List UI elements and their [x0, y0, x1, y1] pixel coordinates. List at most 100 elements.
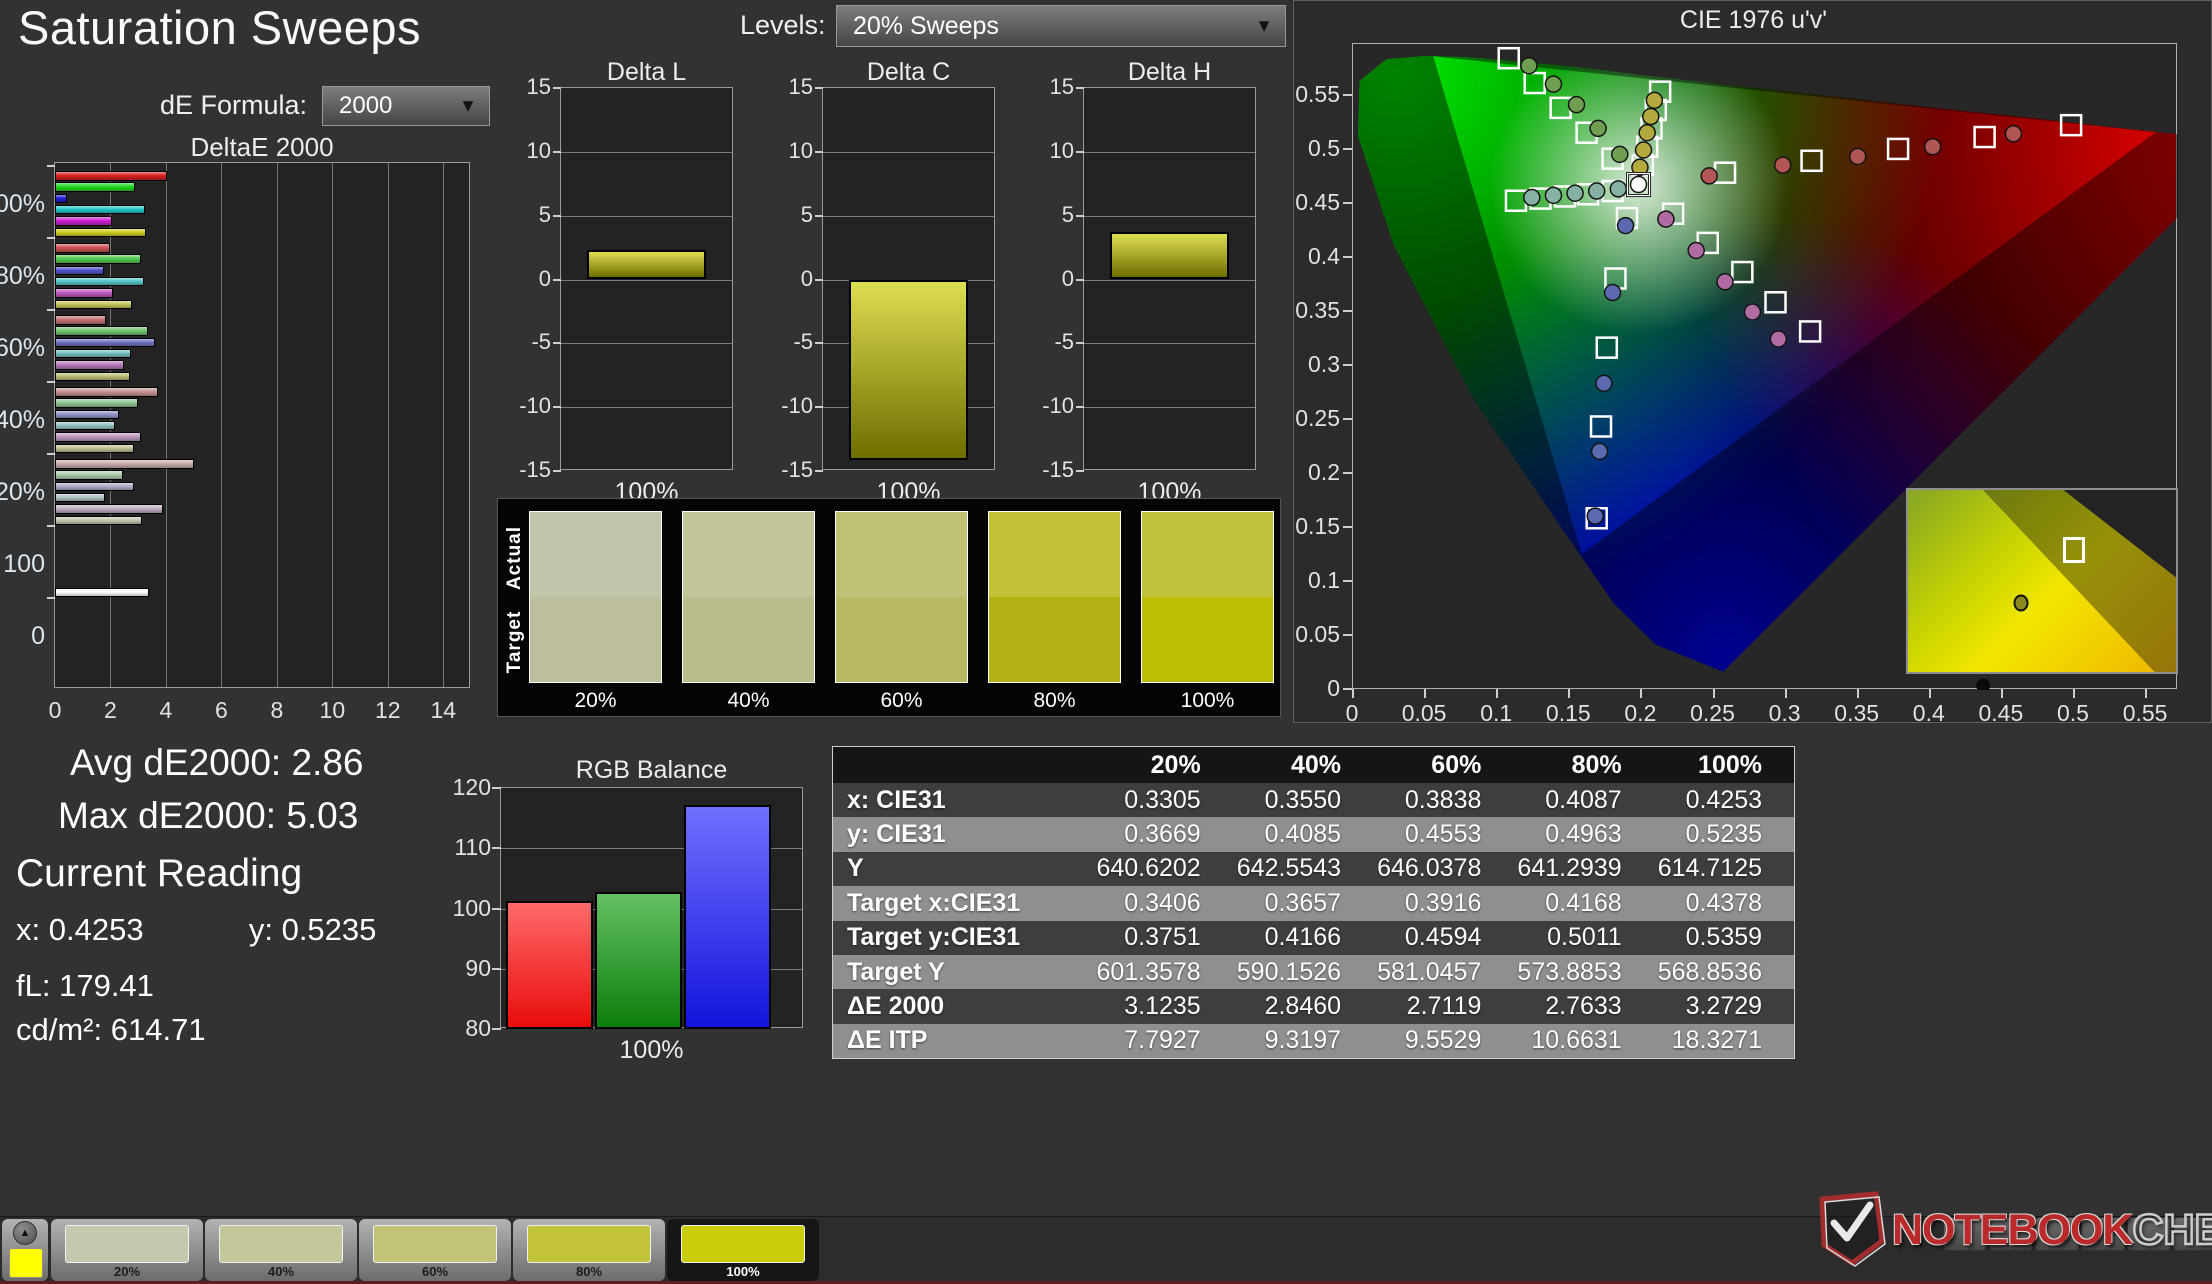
deltae-bar [55, 254, 141, 264]
y-tick-label: 90 [445, 955, 491, 982]
target-swatch [989, 597, 1120, 682]
deltae-bar [55, 387, 158, 397]
y-tick-label: 15 [1028, 74, 1074, 100]
cie-y-tick [1343, 148, 1352, 150]
deltae-bar [55, 372, 130, 382]
delta-plot: 151050-5-10-15 [560, 87, 733, 470]
axis-tick [492, 908, 501, 910]
axis-tick [553, 87, 561, 89]
gridline [1084, 280, 1255, 281]
current-patch-swatch [9, 1248, 43, 1278]
cie-x-tick-label: 0.05 [1394, 700, 1454, 727]
swatch-column [1141, 511, 1274, 683]
table-header-cell: 20% [1092, 747, 1232, 783]
inset-measured-marker [2013, 594, 2028, 611]
x-tick-label: 0 [35, 697, 75, 724]
gridline [388, 163, 389, 687]
patch-tile-40%[interactable]: 40% [205, 1219, 357, 1281]
cie-y-tick-label: 0.45 [1290, 189, 1340, 216]
cie-x-tick [2001, 689, 2003, 698]
actual-row-label: Actual [504, 523, 526, 593]
cie-y-tick-label: 0 [1290, 675, 1340, 702]
fl-reading: fL: 179.41 [16, 968, 154, 1004]
expand-up-button[interactable]: ▲ [13, 1221, 37, 1245]
x-tick-label: 10 [312, 697, 352, 724]
target-row-label: Target [504, 607, 526, 677]
table-cell: 568.8536 [1654, 955, 1794, 989]
gridline [561, 152, 732, 153]
rgb-plot: 1201101009080 [500, 787, 803, 1028]
group-label: 100 [0, 550, 45, 579]
deltae-bar [55, 432, 141, 442]
cdm2-value: 614.71 [111, 1012, 206, 1047]
cie-x-tick-label: 0.25 [1683, 700, 1743, 727]
max-de2000-label: Max dE2000: [58, 795, 276, 836]
table-row: x: CIE310.33050.35500.38380.40870.4253 [833, 783, 1794, 817]
patch-tile-20%[interactable]: 20% [51, 1219, 203, 1281]
patch-tile-100%[interactable]: 100% [667, 1219, 819, 1281]
table-cell: 581.0457 [1373, 955, 1513, 989]
cie-y-tick-label: 0.25 [1290, 405, 1340, 432]
levels-dropdown[interactable]: 20% Sweeps ▼ [836, 5, 1286, 47]
patch-tile-60%[interactable]: 60% [359, 1219, 511, 1281]
cie-x-tick [1929, 689, 1931, 698]
table-cell: 0.4166 [1233, 921, 1373, 955]
axis-tick [1076, 215, 1084, 217]
y-tick-label: 100 [445, 895, 491, 922]
table-cell: 0.5011 [1513, 921, 1653, 955]
table-row: Target y:CIE310.37510.41660.45940.50110.… [833, 921, 1794, 955]
x-label: x: [16, 912, 40, 947]
swatch-column-label: 60% [835, 689, 968, 713]
axis-tick [553, 406, 561, 408]
delta-plot: 151050-5-10-15 [1083, 87, 1256, 470]
table-cell: 0.4085 [1233, 817, 1373, 851]
table-cell: 590.1526 [1233, 955, 1373, 989]
swatch-column [529, 511, 662, 683]
deltae-bar [55, 493, 105, 503]
y-tick-label: 120 [445, 774, 491, 801]
cie-chart-title: CIE 1976 u'v' [1294, 6, 2212, 35]
patch-tile-80%[interactable]: 80% [513, 1219, 665, 1281]
cie-y-tick-label: 0.5 [1290, 135, 1340, 162]
actual-target-swatch-panel: ActualTarget20%40%60%80%100% [497, 498, 1281, 717]
avg-de2000-value: 2.86 [292, 742, 364, 783]
table-cell: 0.4963 [1513, 817, 1653, 851]
table-row-label: ΔE ITP [833, 1024, 1092, 1058]
table-cell: 0.4087 [1513, 783, 1653, 817]
actual-swatch [683, 512, 814, 597]
cie-y-tick [1343, 472, 1352, 474]
cie-x-tick [1640, 689, 1642, 698]
axis-tick [47, 381, 55, 383]
delta-bar [849, 280, 968, 460]
axis-tick [1076, 87, 1084, 89]
rgb-bar [684, 805, 771, 1029]
axis-tick [47, 237, 55, 239]
axis-tick [815, 279, 823, 281]
de-formula-dropdown[interactable]: 2000 ▼ [322, 86, 490, 126]
chevron-down-icon: ▼ [459, 96, 477, 117]
table-cell: 3.1235 [1092, 989, 1232, 1023]
x-tick-label: 14 [423, 697, 463, 724]
cie-y-tick-label: 0.1 [1290, 567, 1340, 594]
y-tick-label: 110 [445, 834, 491, 861]
axis-tick [553, 215, 561, 217]
deltae-bar [55, 516, 142, 526]
axis-tick [47, 453, 55, 455]
gridline [277, 163, 278, 687]
table-cell: 18.3271 [1654, 1024, 1794, 1058]
axis-tick [492, 1028, 501, 1030]
cie-y-tick-label: 0.4 [1290, 243, 1340, 270]
deltae-bar [55, 482, 134, 492]
table-cell: 601.3578 [1092, 955, 1232, 989]
table-cell: 0.3550 [1233, 783, 1373, 817]
axis-tick [815, 151, 823, 153]
table-cell: 0.4378 [1654, 886, 1794, 920]
deltae-bar [55, 182, 135, 192]
gridline [1084, 407, 1255, 408]
table-cell: 7.7927 [1092, 1024, 1232, 1058]
table-cell: 0.3838 [1373, 783, 1513, 817]
table-cell: 10.6631 [1513, 1024, 1653, 1058]
cie-x-tick-label: 0.55 [2115, 700, 2175, 727]
table-row: Target x:CIE310.34060.36570.39160.41680.… [833, 886, 1794, 920]
cie-y-tick-label: 0.3 [1290, 351, 1340, 378]
